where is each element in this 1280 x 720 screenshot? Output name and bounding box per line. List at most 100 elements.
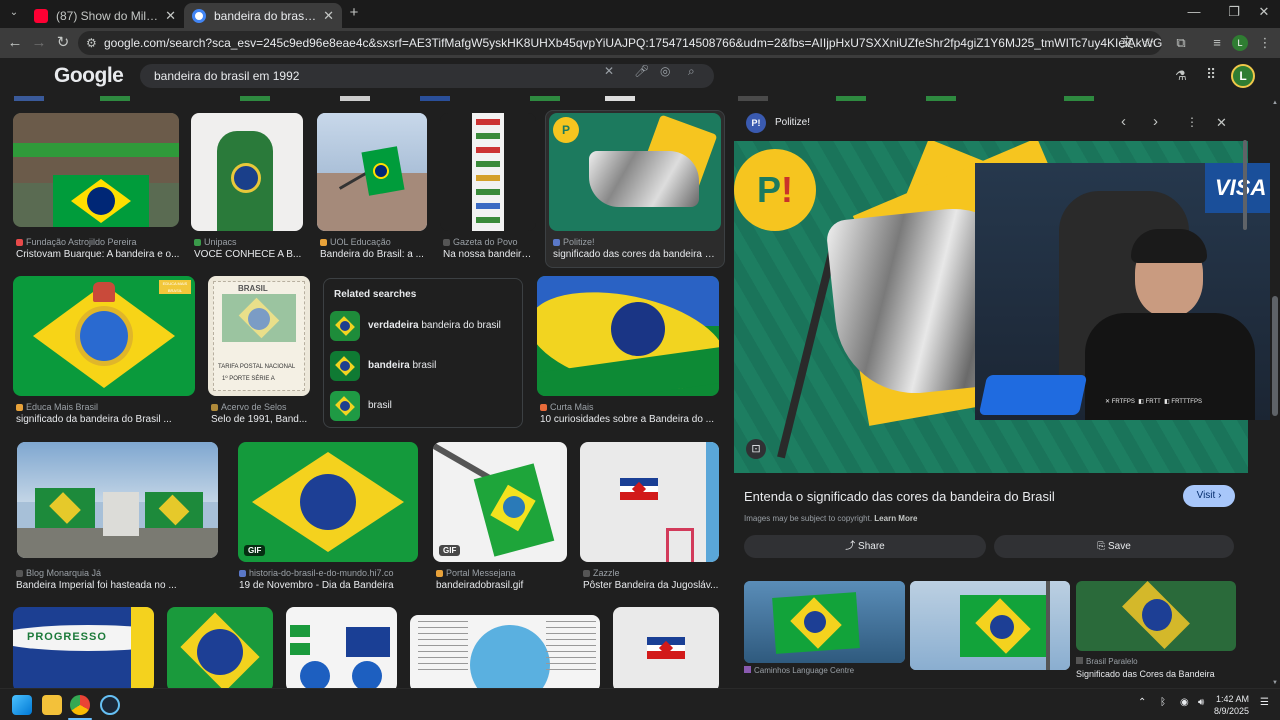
- lens-icon[interactable]: ◎: [660, 64, 670, 78]
- profile-avatar[interactable]: L: [1232, 35, 1248, 51]
- save-button[interactable]: ⎘ Save: [994, 535, 1234, 558]
- related-image-thumbnail[interactable]: [744, 581, 905, 663]
- bluetooth-icon[interactable]: ᛒ: [1160, 697, 1166, 708]
- search-icon[interactable]: ⌕: [688, 64, 695, 79]
- visit-button[interactable]: Visit ›: [1183, 485, 1235, 507]
- close-panel-icon[interactable]: ✕: [1216, 115, 1227, 131]
- media-controls-icon[interactable]: ≡: [1208, 34, 1226, 52]
- address-bar[interactable]: ⚙ google.com/search?sca_esv=245c9ed96e8e…: [78, 31, 1162, 55]
- related-image-source[interactable]: Brasil Paralelo: [1076, 657, 1138, 666]
- clear-icon[interactable]: ✕: [604, 64, 614, 78]
- previous-result-icon[interactable]: ‹: [1121, 113, 1126, 130]
- tab-google-search[interactable]: bandeira do brasil em 1992 - G ✕: [184, 3, 342, 28]
- result-title[interactable]: Selo de 1991, Band...: [211, 414, 311, 425]
- labs-icon[interactable]: ⚗: [1175, 68, 1187, 84]
- result-thumbnail[interactable]: [440, 113, 536, 231]
- result-title[interactable]: Bandeira do Brasil: a ...: [320, 249, 428, 260]
- result-thumbnail[interactable]: [17, 442, 218, 558]
- tab-search-button[interactable]: ⌄: [6, 5, 22, 21]
- related-image-title[interactable]: Significado das Cores da Bandeira: [1076, 669, 1215, 679]
- back-button[interactable]: ←: [6, 34, 24, 52]
- result-thumbnail[interactable]: EDUCA MAIS BRASIL: [13, 276, 195, 396]
- related-image-thumbnail[interactable]: [1076, 581, 1236, 651]
- visual-search-icon[interactable]: ⊡: [746, 439, 766, 459]
- panel-site-name[interactable]: Politize!: [775, 117, 810, 128]
- menu-icon[interactable]: ⋮: [1256, 34, 1274, 52]
- related-search-item[interactable]: bandeira brasil: [330, 351, 516, 381]
- result-thumbnail[interactable]: [537, 276, 719, 396]
- windows-start-icon[interactable]: [12, 695, 32, 715]
- result-thumbnail[interactable]: GIF: [238, 442, 418, 562]
- site-info-icon[interactable]: ⚙: [86, 31, 97, 55]
- reload-button[interactable]: ↻: [54, 34, 72, 52]
- result-thumbnail[interactable]: [286, 607, 397, 688]
- volume-icon[interactable]: 🔊︎: [1198, 697, 1204, 708]
- next-result-icon[interactable]: ›: [1153, 113, 1158, 130]
- page-scrollbar[interactable]: ▲ ▼: [1270, 96, 1280, 688]
- chrome-icon[interactable]: [70, 695, 90, 715]
- taskbar-clock[interactable]: 1:42 AM 8/9/2025: [1209, 693, 1249, 717]
- minimize-button[interactable]: —: [1174, 4, 1214, 24]
- search-input[interactable]: bandeira do brasil em 1992: [140, 64, 714, 88]
- mic-icon[interactable]: 🎤︎: [634, 64, 649, 78]
- result-thumbnail[interactable]: [13, 113, 179, 227]
- steam-icon[interactable]: [100, 695, 120, 715]
- file-explorer-icon[interactable]: [42, 695, 62, 715]
- result-thumbnail[interactable]: PROGRESSO: [13, 607, 154, 688]
- result-source[interactable]: UOL Educação: [320, 237, 430, 247]
- google-logo[interactable]: Google: [54, 64, 124, 88]
- result-title[interactable]: significado das cores da bandeira d...: [553, 249, 715, 260]
- result-source[interactable]: historia-do-brasil-e-do-mundo.hi7.co: [239, 568, 419, 578]
- panel-site-logo[interactable]: P!: [746, 113, 766, 133]
- result-source[interactable]: Portal Messejana: [436, 568, 570, 578]
- result-thumbnail[interactable]: P: [549, 113, 721, 231]
- result-title[interactable]: 10 curiosidades sobre a Bandeira do ...: [540, 414, 720, 425]
- apps-grid-icon[interactable]: ⠿: [1206, 66, 1216, 83]
- related-image-thumbnail[interactable]: [910, 581, 1070, 670]
- extensions-icon[interactable]: ⧉: [1172, 34, 1190, 52]
- result-title[interactable]: 19 de Novembro - Dia da Bandeira: [239, 580, 419, 591]
- related-search-item[interactable]: brasil: [330, 391, 516, 421]
- notifications-icon[interactable]: ☰: [1260, 697, 1269, 708]
- result-title[interactable]: Pôster Bandeira da Jugosláv...: [583, 580, 719, 591]
- result-title[interactable]: VOCÊ CONHECE A B...: [194, 249, 304, 260]
- close-icon[interactable]: ✕: [165, 8, 176, 24]
- result-thumbnail[interactable]: [613, 607, 719, 688]
- related-search-item[interactable]: verdadeira bandeira do brasil: [330, 311, 516, 341]
- steam-tray-icon[interactable]: ◉: [1180, 697, 1189, 708]
- panel-scrollbar[interactable]: [1243, 140, 1247, 680]
- result-source[interactable]: Curta Mais: [540, 402, 722, 412]
- result-title[interactable]: Na nossa bandeira...: [443, 249, 535, 260]
- result-source[interactable]: Fundação Astrojildo Pereira: [16, 237, 182, 247]
- result-thumbnail[interactable]: [410, 615, 600, 688]
- result-thumbnail[interactable]: [167, 607, 273, 688]
- tray-overflow-icon[interactable]: ⌃: [1138, 697, 1146, 708]
- result-thumbnail[interactable]: [317, 113, 427, 231]
- learn-more-link[interactable]: Learn More: [874, 514, 917, 523]
- result-source[interactable]: Educa Mais Brasil: [16, 402, 198, 412]
- translate-icon[interactable]: 文: [1118, 34, 1136, 52]
- bookmark-star-icon[interactable]: ☆: [1140, 34, 1158, 52]
- result-thumbnail[interactable]: [191, 113, 303, 231]
- result-thumbnail[interactable]: GIF: [433, 442, 567, 562]
- result-title[interactable]: Cristovam Buarque: A bandeira e o...: [16, 249, 180, 260]
- share-button[interactable]: ⤴ Share: [744, 535, 986, 558]
- result-source[interactable]: Acervo de Selos: [211, 402, 315, 412]
- result-source[interactable]: Blog Monarquia Já: [16, 568, 216, 578]
- result-thumbnail[interactable]: BRASIL TARIFA POSTAL NACIONAL 1º PORTE S…: [208, 276, 310, 396]
- related-image-source[interactable]: Caminhos Language Centre: [744, 666, 854, 675]
- forward-button[interactable]: →: [30, 34, 48, 52]
- result-source[interactable]: Unipacs: [194, 237, 304, 247]
- account-avatar[interactable]: L: [1231, 64, 1255, 88]
- result-source[interactable]: Politize!: [553, 237, 723, 247]
- close-icon[interactable]: ✕: [323, 8, 334, 24]
- result-title[interactable]: Bandeira Imperial foi hasteada no ...: [16, 580, 216, 591]
- panel-title[interactable]: Entenda o significado das cores da bande…: [744, 489, 1055, 504]
- more-options-icon[interactable]: ⋮: [1186, 115, 1198, 129]
- result-source[interactable]: Gazeta do Povo: [443, 237, 543, 247]
- window-close-button[interactable]: ✕: [1244, 4, 1280, 24]
- new-tab-button[interactable]: +: [346, 5, 362, 21]
- tab-youtube[interactable]: (87) Show do Milhão EMS - Ten ✕: [26, 3, 184, 28]
- result-thumbnail[interactable]: [580, 442, 719, 562]
- result-title[interactable]: bandeiradobrasil.gif: [436, 580, 568, 591]
